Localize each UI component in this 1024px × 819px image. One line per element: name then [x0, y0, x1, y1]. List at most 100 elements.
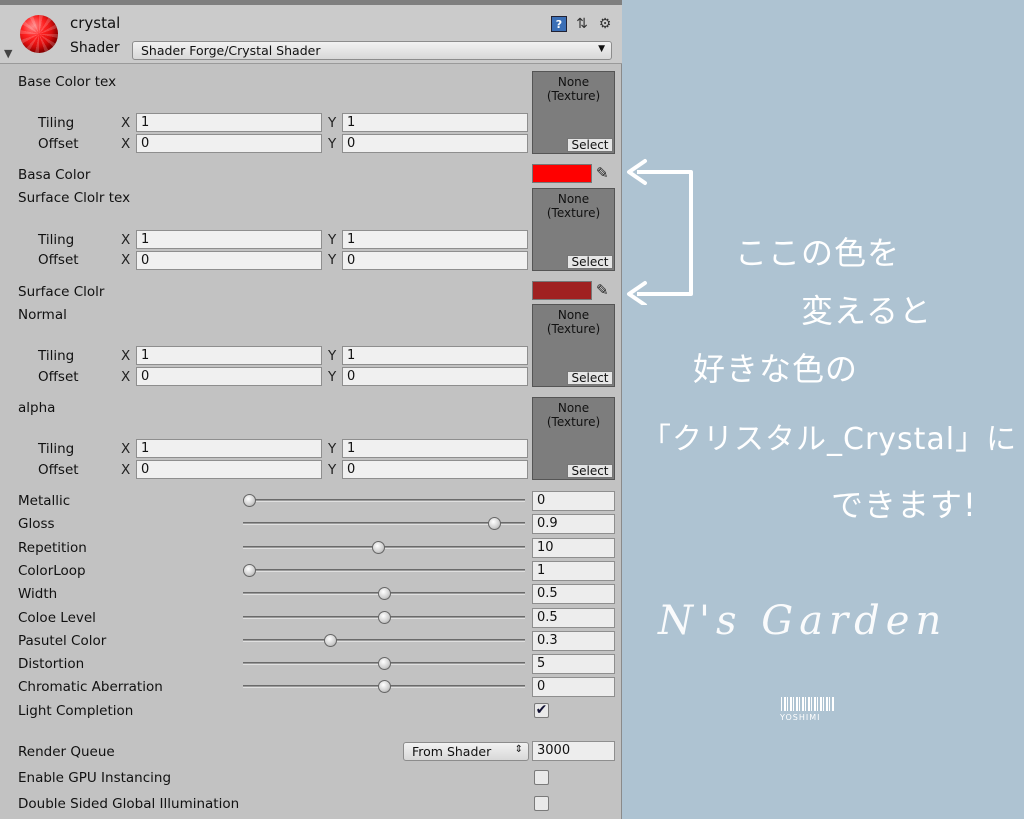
offset-x-input[interactable]: 0	[136, 134, 322, 153]
offset-y-input[interactable]: 0	[342, 134, 528, 153]
help-icon[interactable]: ?	[551, 16, 567, 32]
texture-select-button[interactable]: Select	[567, 138, 613, 152]
slider-handle[interactable]	[378, 610, 391, 624]
texture-slot[interactable]: None (Texture) Select	[532, 397, 615, 480]
eyedropper-icon[interactable]: ✎	[596, 280, 614, 300]
tiling-y-input[interactable]: 1	[342, 230, 528, 249]
gpu-instancing-checkbox[interactable]	[534, 770, 549, 785]
shader-dropdown[interactable]: Shader Forge/Crystal Shader ▼	[132, 41, 612, 60]
slider-value-input[interactable]: 0.5	[532, 584, 615, 605]
slider-value-input[interactable]: 10	[532, 537, 615, 558]
slider-handle[interactable]	[378, 657, 391, 671]
slider-track[interactable]	[243, 568, 525, 572]
annotation-line-5: できます!	[831, 486, 977, 524]
slider-label: ColorLoop	[18, 562, 86, 579]
annotation-line-4: 「クリスタル_Crystal」に	[641, 422, 1018, 457]
brand-logo-text: N's Garden	[658, 598, 948, 644]
texture-none-text: None	[557, 75, 590, 89]
shader-label: Shader	[70, 40, 120, 56]
tiling-x-input[interactable]: 1	[136, 113, 322, 132]
render-queue-input[interactable]: 3000	[532, 741, 615, 761]
tiling-x-input[interactable]: 1	[136, 346, 322, 365]
offset-x-input[interactable]: 0	[136, 460, 322, 479]
gear-icon[interactable]: ⚙	[597, 16, 613, 32]
bracket-arrows	[627, 159, 693, 305]
slider-track[interactable]	[243, 638, 525, 642]
offset-x-input[interactable]: 0	[136, 367, 322, 386]
light-completion-checkbox[interactable]: ✔	[534, 703, 549, 718]
tiling-y-input[interactable]: 1	[342, 113, 528, 132]
render-queue-label: Render Queue	[18, 744, 115, 760]
slider-handle[interactable]	[372, 540, 386, 554]
render-queue-dropdown-value: From Shader	[412, 744, 492, 759]
tiling-y-input[interactable]: 1	[342, 346, 528, 365]
texture-select-button[interactable]: Select	[567, 255, 613, 269]
material-preview-sphere[interactable]	[20, 15, 58, 53]
light-completion-label: Light Completion	[18, 703, 134, 719]
slider-gloss[interactable]	[243, 514, 525, 534]
eyedropper-icon[interactable]: ✎	[596, 163, 614, 183]
axis-x-label: X	[121, 462, 131, 478]
barcode-icon	[781, 697, 835, 711]
double-sided-gi-checkbox[interactable]	[534, 796, 549, 811]
slider-repetition[interactable]	[243, 538, 525, 558]
slider-handle[interactable]	[487, 517, 501, 531]
slider-colorloop[interactable]	[242, 561, 525, 581]
texture-slot[interactable]: None (Texture) Select	[532, 71, 615, 154]
offset-y-input[interactable]: 0	[342, 251, 528, 270]
texture-slot[interactable]: None (Texture) Select	[532, 188, 615, 271]
tiling-x-input[interactable]: 1	[136, 230, 322, 249]
slider-metallic[interactable]	[242, 491, 525, 511]
color-label: Surface Clolr	[18, 284, 105, 300]
slider-handle[interactable]	[324, 633, 338, 647]
axis-y-label: Y	[328, 441, 337, 457]
color-swatch-base[interactable]	[532, 164, 592, 183]
slider-value-input[interactable]: 1	[532, 560, 615, 581]
annotation-area: ここの色を 変えると 好きな色の 「クリスタル_Crystal」に できます! …	[623, 0, 1024, 819]
slider-handle[interactable]	[378, 680, 391, 694]
material-header: ▼ crystal Shader Shader Forge/Crystal Sh…	[0, 0, 622, 64]
axis-x-label: X	[121, 136, 131, 152]
texture-label: Normal	[18, 307, 67, 323]
slider-pasutel-color[interactable]	[243, 631, 525, 651]
axis-x-label: X	[121, 369, 131, 385]
offset-label: Offset	[38, 462, 79, 478]
slider-width[interactable]	[243, 584, 525, 604]
slider-track[interactable]	[243, 522, 525, 526]
texture-type-text: (Texture)	[546, 89, 601, 103]
texture-slot[interactable]: None (Texture) Select	[532, 304, 615, 387]
offset-label: Offset	[38, 136, 79, 152]
slider-value-input[interactable]: 0	[532, 677, 615, 698]
texture-label: alpha	[18, 400, 56, 416]
slider-label: Distortion	[18, 656, 85, 673]
slider-label: Repetition	[18, 539, 87, 556]
slider-coloe-level[interactable]	[243, 608, 525, 628]
dropdown-caret-icon: ▼	[598, 44, 605, 54]
tiling-label: Tiling	[38, 232, 75, 248]
slider-handle[interactable]	[242, 494, 256, 507]
offset-y-input[interactable]: 0	[342, 460, 528, 479]
slider-handle[interactable]	[242, 563, 256, 577]
texture-select-button[interactable]: Select	[567, 371, 613, 385]
color-swatch-surface[interactable]	[532, 281, 592, 300]
slider-value-input[interactable]: 0.5	[532, 607, 615, 628]
slider-distortion[interactable]	[243, 654, 525, 674]
axis-y-label: Y	[328, 115, 337, 131]
tiling-x-input[interactable]: 1	[136, 439, 322, 458]
slider-chromatic-aberration[interactable]	[243, 677, 525, 697]
shader-dropdown-value: Shader Forge/Crystal Shader	[141, 43, 321, 58]
slider-track[interactable]	[243, 499, 525, 502]
slider-value-input[interactable]: 5	[532, 654, 615, 675]
tiling-y-input[interactable]: 1	[342, 439, 528, 458]
slider-value-input[interactable]: 0.3	[532, 630, 615, 651]
tiling-label: Tiling	[38, 348, 75, 364]
preset-icon[interactable]: ⇅	[574, 16, 590, 32]
offset-x-input[interactable]: 0	[136, 251, 322, 270]
render-queue-dropdown[interactable]: From Shader ⇕	[403, 742, 529, 761]
foldout-arrow-icon[interactable]: ▼	[4, 47, 12, 60]
texture-select-button[interactable]: Select	[567, 464, 613, 478]
slider-value-input[interactable]: 0	[532, 491, 615, 511]
offset-y-input[interactable]: 0	[342, 367, 528, 386]
slider-value-input[interactable]: 0.9	[532, 514, 615, 535]
slider-handle[interactable]	[378, 587, 391, 601]
